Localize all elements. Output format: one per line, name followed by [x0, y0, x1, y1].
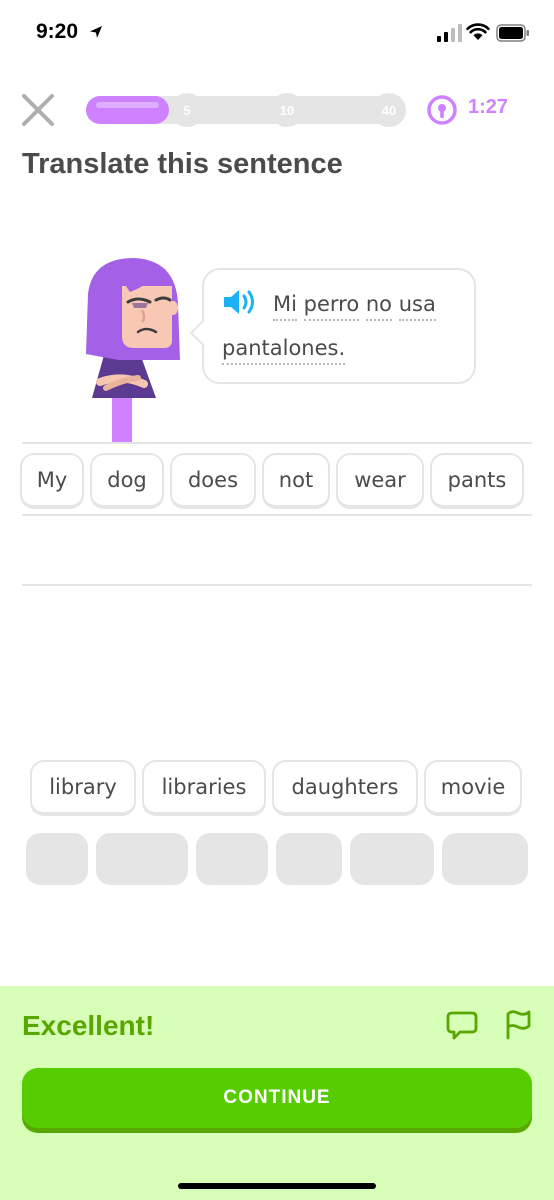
status-time: 9:20 [36, 20, 79, 43]
timer-text: 1:27 [468, 96, 509, 118]
close-icon[interactable] [20, 92, 56, 128]
word-bank-chip[interactable]: libraries [142, 760, 266, 816]
empty-word-slot [26, 833, 88, 885]
answer-line [22, 514, 532, 516]
comment-icon[interactable] [446, 1010, 478, 1040]
answer-chip[interactable]: wear [336, 453, 424, 509]
prompt-word[interactable]: usa [398, 292, 436, 321]
speaker-icon[interactable] [222, 286, 258, 318]
continue-button[interactable]: CONTINUE [22, 1068, 532, 1128]
empty-word-slot [96, 833, 188, 885]
feedback-message: Excellent! [22, 1010, 155, 1041]
answer-chip[interactable]: My [20, 453, 84, 509]
answer-chip[interactable]: dog [90, 453, 164, 509]
speech-bubble-tail [190, 320, 205, 346]
answer-chip[interactable]: pants [430, 453, 524, 509]
home-indicator [178, 1183, 376, 1189]
milestone-marker: 5 [170, 93, 204, 127]
prompt-word[interactable]: pantalones. [222, 336, 346, 365]
prompt-word[interactable]: Mi [273, 292, 297, 321]
answer-line [22, 442, 532, 444]
battery-icon [496, 24, 529, 42]
location-arrow-icon [90, 26, 102, 38]
empty-word-slot [442, 833, 528, 885]
character-illustration [86, 258, 180, 444]
word-bank-chip[interactable]: library [30, 760, 136, 816]
word-bank-chip[interactable]: daughters [272, 760, 418, 816]
milestone-marker: 10 [270, 93, 304, 127]
timer-icon [427, 95, 457, 125]
status-bar: 9:20 [0, 0, 554, 64]
prompt-word[interactable]: perro [303, 292, 360, 321]
empty-word-slot [350, 833, 434, 885]
cellular-signal-icon [437, 24, 462, 42]
answer-chip[interactable]: does [170, 453, 256, 509]
empty-word-slot [196, 833, 268, 885]
progress-bar: 5 10 40 [86, 93, 406, 127]
answer-line [22, 584, 532, 586]
prompt-word[interactable]: no [365, 292, 393, 321]
progress-fill [86, 96, 169, 124]
wifi-icon [466, 23, 490, 40]
prompt-line-2: pantalones. [222, 336, 346, 365]
word-bank-chip[interactable]: movie [424, 760, 522, 816]
prompt-line-1: Mi perro no usa [273, 292, 436, 321]
flag-icon[interactable] [502, 1008, 532, 1040]
milestone-marker: 40 [372, 93, 406, 127]
page-title: Translate this sentence [22, 148, 343, 180]
empty-word-slot [276, 833, 342, 885]
answer-chip[interactable]: not [262, 453, 330, 509]
